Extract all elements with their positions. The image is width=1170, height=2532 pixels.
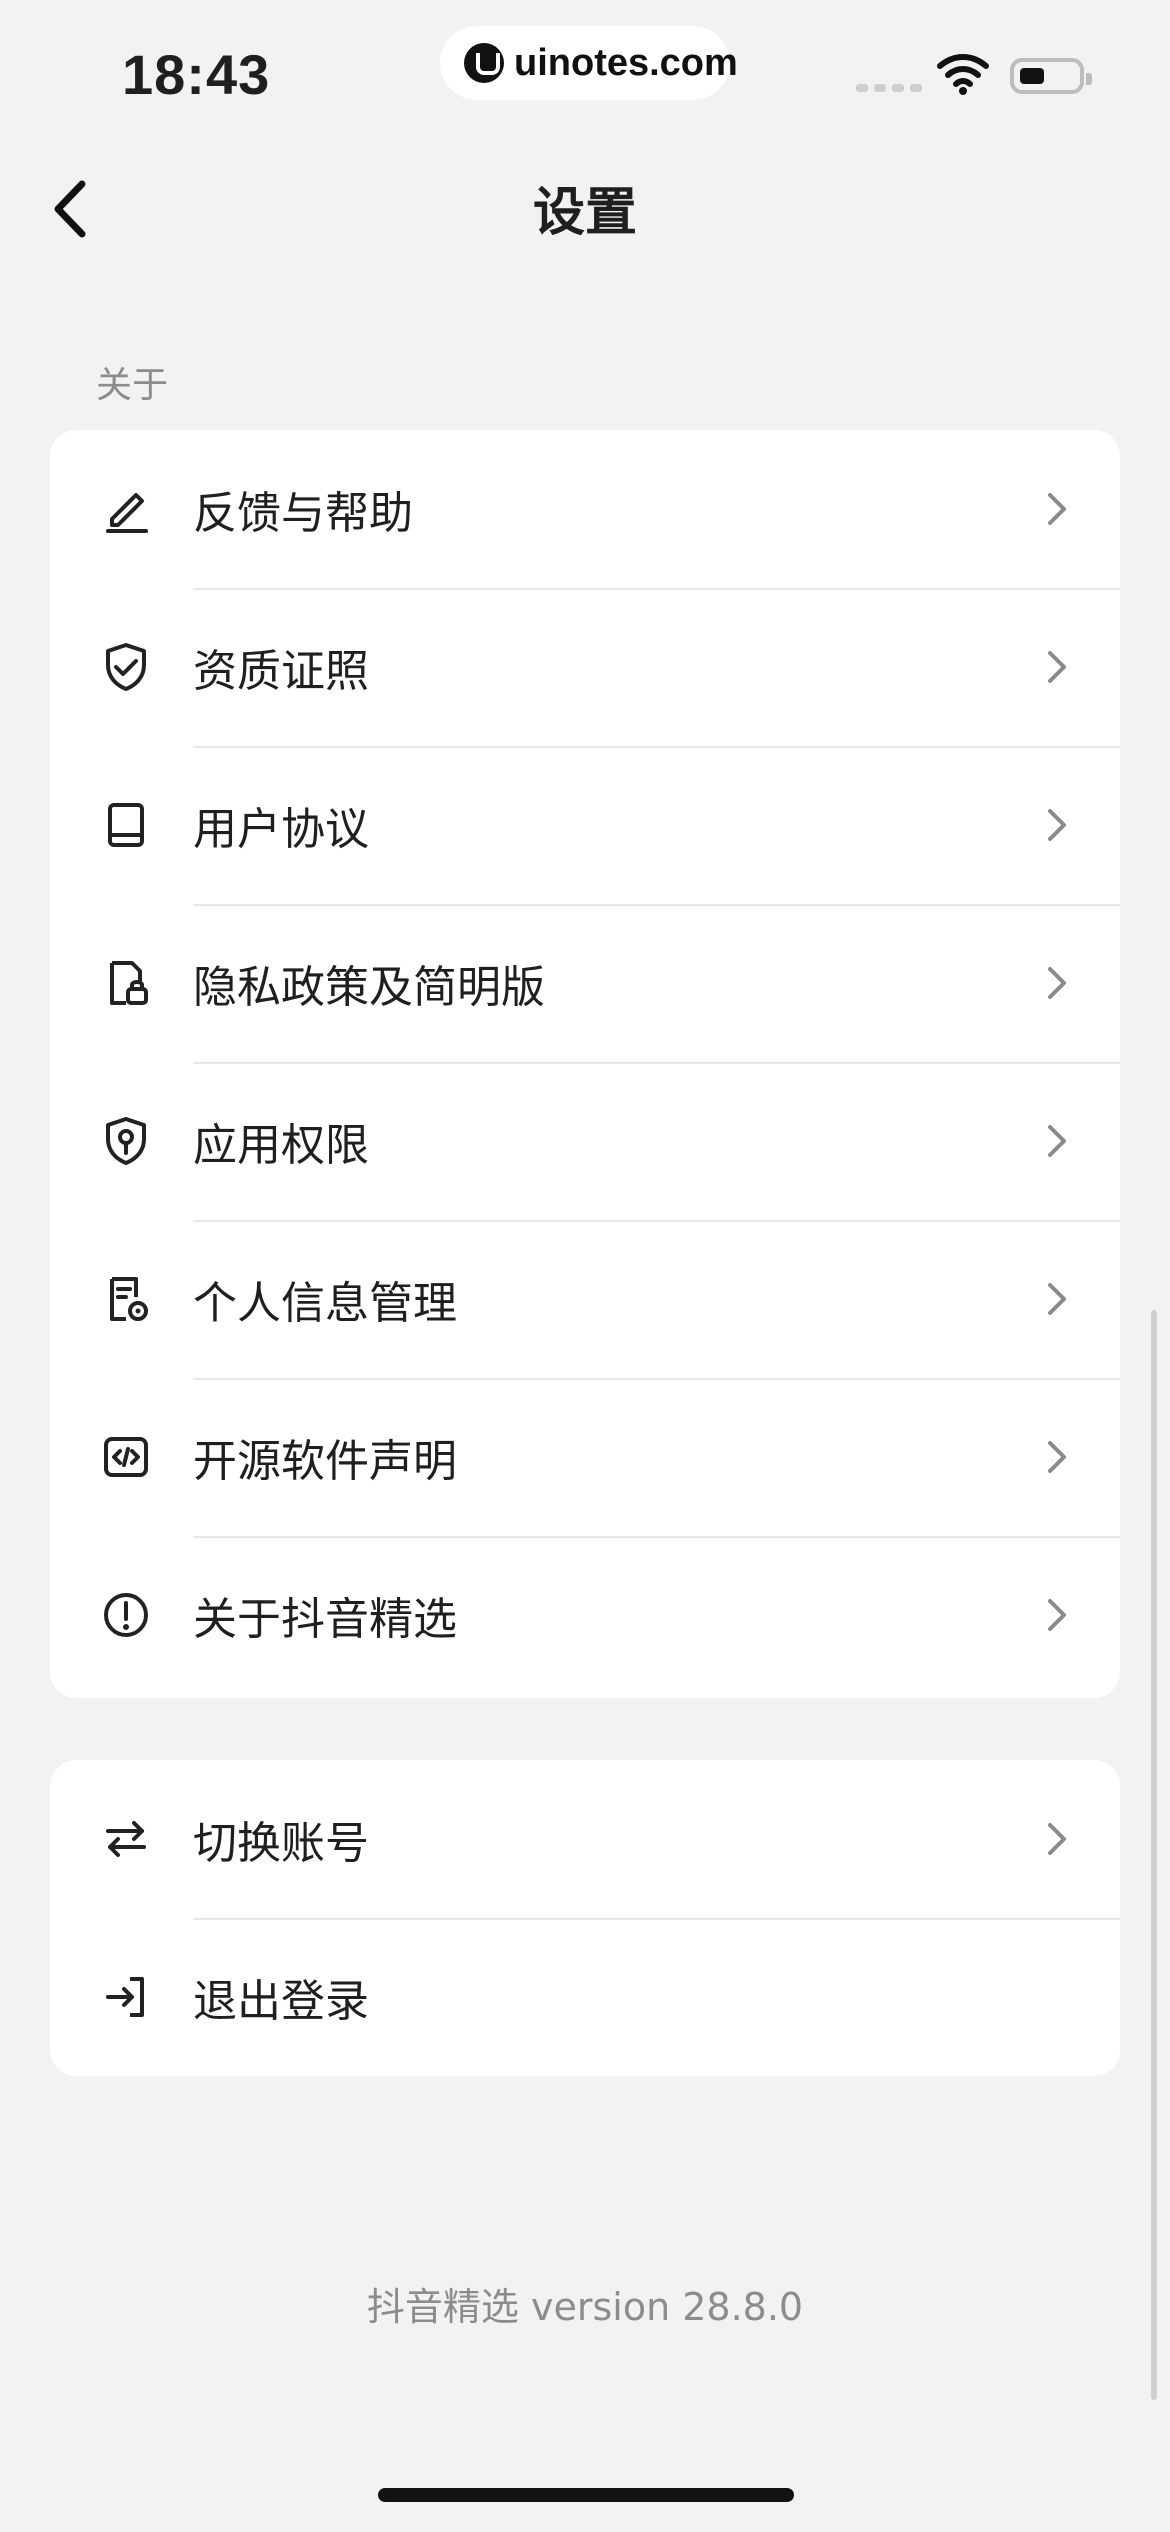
wifi-icon — [936, 50, 990, 95]
settings-item-label: 用户协议 — [193, 804, 369, 855]
settings-item-qualification-license[interactable]: 资质证照 — [50, 588, 1120, 746]
settings-item-personal-info-management[interactable]: 个人信息管理 — [50, 1220, 1120, 1378]
shield-key-icon — [98, 1113, 154, 1169]
settings-item-privacy-policy[interactable]: 隐私政策及简明版 — [50, 904, 1120, 1062]
account-actions-card: 切换账号 退出登录 — [50, 1760, 1120, 2076]
settings-item-about-app[interactable]: 关于抖音精选 — [50, 1536, 1120, 1694]
about-list-card: 反馈与帮助 资质证照 用户协议 隐私政策及简明版 应用权限 个人信息管理 开源软… — [50, 430, 1120, 1698]
status-bar: 18:43 uinotes.com — [0, 0, 1170, 150]
settings-item-app-permissions[interactable]: 应用权限 — [50, 1062, 1120, 1220]
page-title: 设置 — [532, 183, 637, 243]
settings-item-label: 关于抖音精选 — [193, 1594, 457, 1645]
settings-item-open-source-notice[interactable]: 开源软件声明 — [50, 1378, 1120, 1536]
chevron-right-icon — [1046, 1439, 1068, 1475]
chevron-right-icon — [1046, 1281, 1068, 1317]
info-circle-icon — [98, 1587, 154, 1643]
pencil-underline-icon — [98, 481, 154, 537]
swap-arrows-icon — [98, 1811, 154, 1867]
app-version-text: 抖音精选 version 28.8.0 — [366, 2285, 804, 2329]
settings-item-user-agreement[interactable]: 用户协议 — [50, 746, 1120, 904]
status-time: 18:43 — [122, 43, 271, 106]
doc-gear-icon — [98, 1271, 154, 1327]
settings-item-label: 个人信息管理 — [193, 1278, 457, 1329]
signal-icon — [856, 84, 922, 92]
settings-item-label: 应用权限 — [193, 1120, 369, 1171]
settings-item-switch-account[interactable]: 切换账号 — [50, 1760, 1120, 1918]
logout-icon — [98, 1969, 154, 2025]
home-indicator[interactable] — [378, 2488, 794, 2502]
chevron-right-icon — [1046, 807, 1068, 843]
battery-icon — [1010, 58, 1092, 94]
doc-lock-icon — [98, 955, 154, 1011]
watermark-pill: uinotes.com — [440, 26, 738, 100]
settings-item-logout[interactable]: 退出登录 — [50, 1918, 1120, 2076]
settings-item-label: 退出登录 — [193, 1976, 369, 2027]
shield-check-icon — [98, 639, 154, 695]
book-icon — [98, 797, 154, 853]
chevron-right-icon — [1046, 1597, 1068, 1633]
watermark-text: uinotes.com — [514, 41, 738, 84]
settings-item-label: 切换账号 — [193, 1818, 369, 1869]
chevron-right-icon — [1046, 965, 1068, 1001]
settings-item-label: 开源软件声明 — [193, 1436, 457, 1487]
watermark-logo-icon — [464, 43, 504, 83]
settings-item-label: 隐私政策及简明版 — [193, 962, 545, 1013]
chevron-right-icon — [1046, 1821, 1068, 1857]
section-label-about: 关于 — [96, 365, 169, 406]
scrollbar[interactable] — [1151, 1310, 1157, 2400]
settings-item-label: 反馈与帮助 — [193, 488, 413, 539]
settings-item-label: 资质证照 — [193, 646, 369, 697]
code-brackets-icon — [98, 1429, 154, 1485]
chevron-right-icon — [1046, 649, 1068, 685]
chevron-right-icon — [1046, 491, 1068, 527]
chevron-right-icon — [1046, 1123, 1068, 1159]
settings-item-feedback-help[interactable]: 反馈与帮助 — [50, 430, 1120, 588]
